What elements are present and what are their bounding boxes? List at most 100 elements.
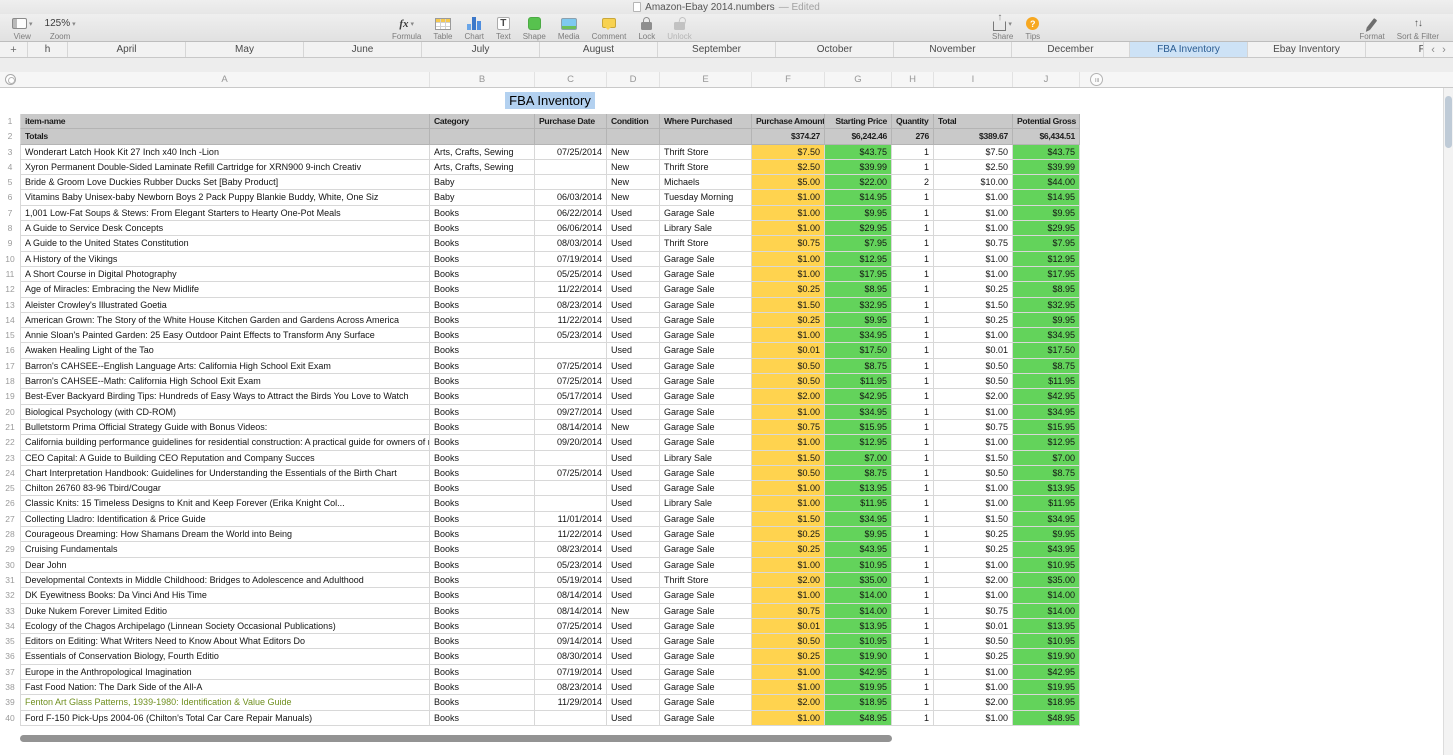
unlock-button[interactable]: Unlock: [667, 16, 692, 41]
cell[interactable]: [535, 343, 607, 359]
cell[interactable]: Used: [607, 251, 660, 267]
cell[interactable]: 05/23/2014: [535, 557, 607, 573]
cell[interactable]: Used: [607, 542, 660, 558]
cell[interactable]: $5.00: [752, 175, 825, 191]
cell[interactable]: Books: [430, 496, 535, 512]
cell[interactable]: $7.95: [825, 236, 892, 252]
cell[interactable]: Used: [607, 649, 660, 665]
column-header-D[interactable]: D: [607, 72, 660, 87]
cell[interactable]: Quantity: [892, 114, 934, 130]
cell[interactable]: $1.00: [934, 557, 1013, 573]
cell[interactable]: Garage Sale: [660, 649, 752, 665]
cell[interactable]: $1.00: [934, 205, 1013, 222]
cell[interactable]: Garage Sale: [660, 618, 752, 635]
cell[interactable]: Garage Sale: [660, 664, 752, 680]
cell[interactable]: $1.00: [752, 710, 825, 726]
cell[interactable]: 1: [892, 465, 934, 482]
row-number[interactable]: 30: [0, 558, 20, 573]
cell[interactable]: 09/20/2014: [535, 435, 607, 451]
cell[interactable]: $19.95: [1013, 679, 1080, 696]
cell[interactable]: $2.00: [934, 695, 1013, 711]
row-number[interactable]: 22: [0, 435, 20, 450]
cell[interactable]: $0.25: [752, 542, 825, 558]
cell[interactable]: $9.95: [825, 205, 892, 222]
column-header-I[interactable]: I: [934, 72, 1013, 87]
row-number[interactable]: 28: [0, 527, 20, 542]
cell[interactable]: Barron's CAHSEE--Math: California High S…: [20, 374, 430, 390]
cell[interactable]: 07/19/2014: [535, 251, 607, 267]
cell[interactable]: $0.50: [934, 358, 1013, 375]
cell[interactable]: Garage Sale: [660, 266, 752, 283]
horizontal-scrollbar-thumb[interactable]: [20, 735, 892, 742]
cell[interactable]: 07/25/2014: [535, 465, 607, 482]
cell[interactable]: Books: [430, 221, 535, 237]
cell[interactable]: Used: [607, 710, 660, 726]
row-number[interactable]: 38: [0, 680, 20, 695]
cell[interactable]: $1.50: [752, 511, 825, 528]
column-header-B[interactable]: B: [430, 72, 535, 87]
cell[interactable]: Books: [430, 481, 535, 497]
cell[interactable]: New: [607, 190, 660, 206]
cell[interactable]: Garage Sale: [660, 312, 752, 329]
cell[interactable]: Thrift Store: [660, 159, 752, 176]
cell[interactable]: Age of Miracles: Embracing the New Midli…: [20, 282, 430, 298]
cell[interactable]: $12.95: [825, 435, 892, 451]
sheet-tab-september[interactable]: September: [658, 42, 776, 57]
cell[interactable]: Used: [607, 328, 660, 344]
cell[interactable]: $9.95: [1013, 527, 1080, 543]
cell[interactable]: Used: [607, 465, 660, 482]
row-number[interactable]: 39: [0, 695, 20, 710]
cell[interactable]: 1: [892, 159, 934, 176]
row-number[interactable]: 12: [0, 282, 20, 297]
cell[interactable]: New: [607, 419, 660, 436]
cell[interactable]: $1.00: [934, 710, 1013, 726]
column-header-J[interactable]: J: [1013, 72, 1080, 87]
cell[interactable]: Used: [607, 527, 660, 543]
cell[interactable]: $1.00: [934, 664, 1013, 680]
cell[interactable]: $1.00: [934, 190, 1013, 206]
cell[interactable]: Garage Sale: [660, 419, 752, 436]
cell[interactable]: $12.95: [1013, 251, 1080, 267]
cell[interactable]: $1.00: [934, 496, 1013, 512]
cell[interactable]: $7.00: [825, 450, 892, 466]
cell[interactable]: $32.95: [825, 297, 892, 313]
cell[interactable]: 1: [892, 328, 934, 344]
cell[interactable]: $0.25: [934, 527, 1013, 543]
cell[interactable]: 07/25/2014: [535, 374, 607, 390]
column-header-E[interactable]: E: [660, 72, 752, 87]
cell[interactable]: Garage Sale: [660, 374, 752, 390]
cell[interactable]: 1: [892, 542, 934, 558]
cell[interactable]: $0.25: [934, 542, 1013, 558]
cell[interactable]: $2.50: [752, 159, 825, 176]
cell[interactable]: Ecology of the Chagos Archipelago (Linne…: [20, 618, 430, 635]
cell[interactable]: $14.00: [825, 603, 892, 619]
cell[interactable]: Where Purchased: [660, 114, 752, 130]
cell[interactable]: Editors on Editing: What Writers Need to…: [20, 634, 430, 650]
cell[interactable]: Books: [430, 374, 535, 390]
format-button[interactable]: Format: [1359, 16, 1385, 41]
sheet-tab-ebay-inventory[interactable]: Ebay Inventory: [1248, 42, 1366, 57]
cell[interactable]: $42.95: [1013, 389, 1080, 405]
cell[interactable]: Used: [607, 404, 660, 420]
cell[interactable]: Garage Sale: [660, 435, 752, 451]
cell[interactable]: Garage Sale: [660, 297, 752, 313]
cell[interactable]: 07/25/2014: [535, 144, 607, 160]
cell[interactable]: $1.50: [752, 297, 825, 313]
cell[interactable]: Garage Sale: [660, 511, 752, 528]
sheet-tab-november[interactable]: November: [894, 42, 1012, 57]
cell[interactable]: $14.95: [1013, 190, 1080, 206]
cell[interactable]: [535, 710, 607, 726]
cell[interactable]: $0.50: [752, 465, 825, 482]
cell[interactable]: $0.25: [752, 649, 825, 665]
cell[interactable]: $39.99: [1013, 159, 1080, 176]
cell[interactable]: Fenton Art Glass Patterns, 1939-1980: Id…: [20, 695, 430, 711]
cell[interactable]: $0.75: [934, 603, 1013, 619]
column-header-G[interactable]: G: [825, 72, 892, 87]
vertical-scrollbar-track[interactable]: [1443, 88, 1453, 755]
cell[interactable]: Books: [430, 328, 535, 344]
cell[interactable]: Ford F-150 Pick-Ups 2004-06 (Chilton's T…: [20, 710, 430, 726]
chart-button[interactable]: Chart: [464, 16, 484, 41]
cell[interactable]: $0.50: [934, 634, 1013, 650]
cell[interactable]: Chilton 26760 83-96 Tbird/Cougar: [20, 481, 430, 497]
cell[interactable]: New: [607, 159, 660, 176]
